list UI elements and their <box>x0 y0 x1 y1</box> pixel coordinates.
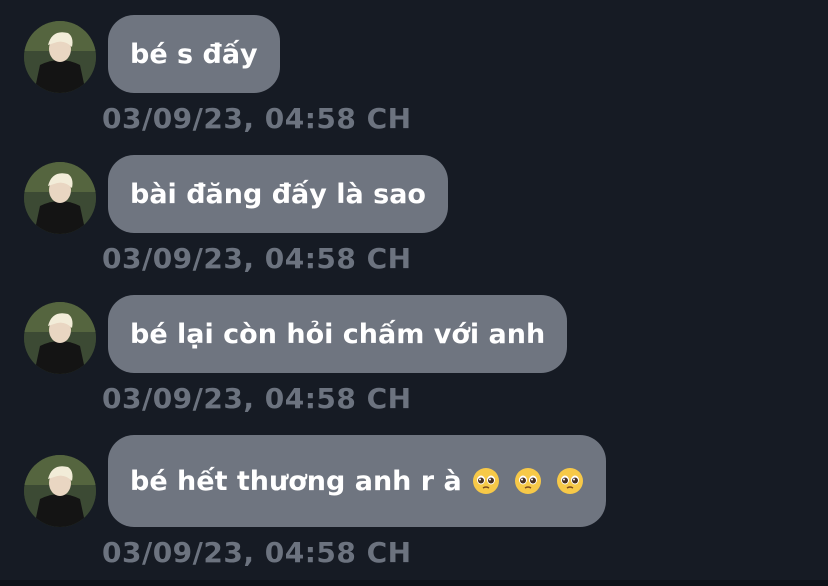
avatar-image <box>24 162 96 234</box>
message-text: bài đăng đấy là sao <box>130 178 426 210</box>
avatar[interactable] <box>24 302 96 374</box>
emoji-group <box>464 467 584 495</box>
message-timestamp: 03/09/23, 04:58 CH <box>102 382 412 415</box>
avatar[interactable] <box>24 162 96 234</box>
bottom-divider <box>0 580 828 586</box>
chat-view: bé s đấy 03/09/23, 04:58 CH bài đăng đấy… <box>0 0 828 586</box>
message-timestamp: 03/09/23, 04:58 CH <box>102 242 412 275</box>
avatar[interactable] <box>24 455 96 527</box>
pleading-face-icon <box>514 467 542 495</box>
message-text: bé hết thương anh r à <box>130 465 462 497</box>
message-bubble[interactable]: bé lại còn hỏi chấm với anh <box>108 295 568 373</box>
pleading-face-icon <box>472 467 500 495</box>
message-text: bé s đấy <box>130 38 258 70</box>
message-bubble[interactable]: bé hết thương anh r à <box>108 435 606 527</box>
avatar-image <box>24 21 96 93</box>
message-bubble[interactable]: bé s đấy <box>108 15 280 93</box>
message-bubble[interactable]: bài đăng đấy là sao <box>108 155 448 233</box>
avatar-image <box>24 302 96 374</box>
message-text: bé lại còn hỏi chấm với anh <box>130 318 546 350</box>
avatar-image <box>24 455 96 527</box>
message-timestamp: 03/09/23, 04:58 CH <box>102 536 412 569</box>
pleading-face-icon <box>556 467 584 495</box>
message-timestamp: 03/09/23, 04:58 CH <box>102 102 412 135</box>
avatar[interactable] <box>24 21 96 93</box>
